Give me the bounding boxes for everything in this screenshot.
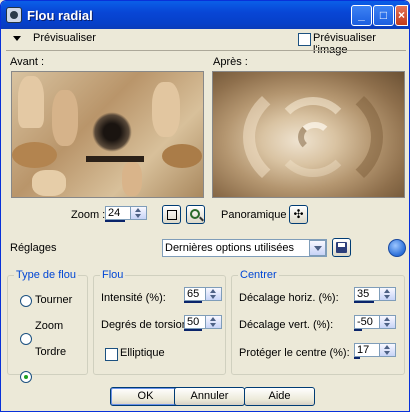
pan-button[interactable]: ✣ [289,205,308,224]
intensity-label: Intensité (%): [101,292,166,304]
h-offset-spin-buttons[interactable] [380,287,396,301]
h-offset-value[interactable]: 35 [354,287,380,301]
after-label: Après : [213,56,248,68]
intensity-spinner[interactable]: 65 [184,287,222,301]
protect-center-label: Protéger le centre (%): [239,347,350,359]
ok-button[interactable]: OK [110,387,181,406]
label-zoom: Zoom [35,320,64,332]
radial-blur-dialog: Flou radial _ □ × Prévisualiser Prévisua… [0,0,410,412]
radio-tourner[interactable] [20,295,32,307]
radio-tordre[interactable] [20,371,32,383]
blur-legend: Flou [100,269,126,281]
settings-dropdown[interactable]: Dernières options utilisées [162,239,327,257]
minimize-button[interactable]: _ [351,5,372,26]
zoom-value[interactable]: 24 [105,206,131,220]
save-preset-button[interactable] [332,238,351,257]
close-button[interactable]: × [395,5,408,26]
h-offset-label: Décalage horiz. (%): [239,292,339,304]
h-offset-spinner[interactable]: 35 [354,287,396,301]
center-group: Centrer Décalage horiz. (%): 35 Décalage… [231,269,405,375]
blur-type-group: Type de flou Tourner Zoom Tordre [7,269,88,383]
torsion-spin-buttons[interactable] [206,315,222,329]
dropdown-arrow-icon[interactable] [309,240,326,256]
torsion-value[interactable]: 50 [184,315,206,329]
fit-icon [167,210,177,220]
protect-center-spin-buttons[interactable] [380,343,396,357]
center-legend: Centrer [238,269,279,281]
title-bar[interactable]: Flou radial _ □ × [1,1,409,29]
v-offset-value[interactable]: -50 [354,315,380,329]
intensity-spin-buttons[interactable] [206,287,222,301]
zoom-tool-button[interactable] [186,205,205,224]
blur-type-legend: Type de flou [14,269,78,281]
preview-image-label: Prévisualiser l'image [313,32,376,56]
zoom-underline [105,220,125,222]
elliptic-label: Elliptique [120,347,165,359]
zoom-spin-buttons[interactable] [131,206,147,220]
cancel-button[interactable]: Annuler [174,387,245,406]
preview-toggle-arrow-icon[interactable] [13,36,21,41]
settings-label: Réglages [10,242,57,254]
v-offset-spin-buttons[interactable] [380,315,396,329]
blur-group: Flou Intensité (%): 65 Degrés de torsion… [93,269,226,375]
torsion-label: Degrés de torsion : [101,319,194,331]
before-label: Avant : [10,56,45,68]
preview-label[interactable]: Prévisualiser [33,32,96,44]
panoramic-label: Panoramique : [221,209,293,221]
v-offset-spinner[interactable]: -50 [354,315,396,329]
reset-icon[interactable] [388,239,406,257]
app-icon [6,7,22,23]
window-title: Flou radial [27,7,93,23]
move-cross-icon: ✣ [293,207,304,221]
intensity-value[interactable]: 65 [184,287,206,301]
label-tordre: Tordre [35,346,67,358]
after-preview-image [212,71,405,198]
before-preview-image[interactable] [11,71,204,198]
torsion-spinner[interactable]: 50 [184,315,222,329]
maximize-button[interactable]: □ [373,5,394,26]
radio-zoom[interactable] [20,333,32,345]
help-button[interactable]: Aide [244,387,315,406]
zoom-spinner[interactable]: 24 [105,206,147,220]
v-offset-label: Décalage vert. (%): [239,319,334,331]
zoom-label: Zoom : [71,209,106,221]
zoom-fit-button[interactable] [162,205,181,224]
protect-center-value[interactable]: 17 [354,343,380,357]
protect-center-spinner[interactable]: 17 [354,343,396,357]
elliptic-checkbox[interactable] [105,348,118,361]
settings-selected-value: Dernières options utilisées [165,242,295,254]
divider [6,50,406,51]
label-tourner: Tourner [35,294,73,306]
preview-image-checkbox[interactable] [298,33,311,46]
